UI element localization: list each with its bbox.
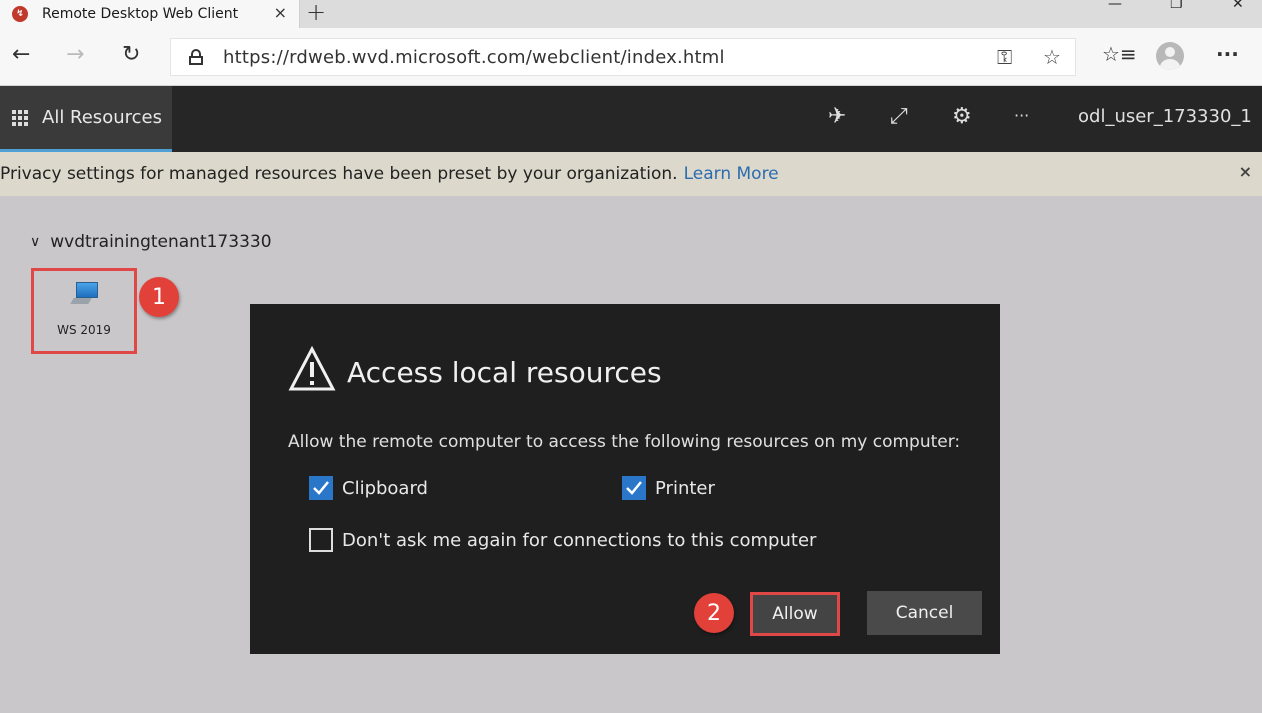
printer-checkbox[interactable] xyxy=(622,476,646,500)
clipboard-label: Clipboard xyxy=(342,477,428,499)
access-local-resources-dialog: Access local resources Allow the remote … xyxy=(250,304,1000,654)
clipboard-option[interactable]: Clipboard xyxy=(309,476,428,500)
clipboard-checkbox[interactable] xyxy=(309,476,333,500)
forward-icon[interactable]: → xyxy=(66,42,84,67)
printer-label: Printer xyxy=(655,477,715,499)
browser-tab-strip: ↯ Remote Desktop Web Client × + — ❐ ✕ xyxy=(0,0,1262,28)
minimize-button[interactable]: — xyxy=(1108,0,1122,12)
desktop-monitor-icon xyxy=(70,282,100,304)
tab-close-icon[interactable]: × xyxy=(274,3,287,22)
apps-grid-icon xyxy=(12,109,28,126)
favorites-list-icon[interactable]: ☆≡ xyxy=(1102,42,1137,66)
privacy-banner: Privacy settings for managed resources h… xyxy=(0,152,1262,196)
tenant-name: wvdtrainingtenant173330 xyxy=(50,232,272,252)
browser-menu-icon[interactable]: ··· xyxy=(1216,42,1239,66)
banner-close-icon[interactable]: × xyxy=(1239,162,1252,181)
restore-button[interactable]: ❐ xyxy=(1170,0,1183,12)
favorite-star-icon[interactable]: ☆ xyxy=(1043,45,1061,69)
key-icon[interactable]: ⚿ xyxy=(997,45,1012,69)
dont-ask-again-checkbox[interactable] xyxy=(309,528,333,552)
lock-icon xyxy=(189,49,203,65)
tenant-group-header[interactable]: ∨ wvdtrainingtenant173330 xyxy=(30,232,272,252)
close-window-button[interactable]: ✕ xyxy=(1232,0,1244,12)
checkmark-icon xyxy=(313,481,329,495)
printer-option[interactable]: Printer xyxy=(622,476,715,500)
banner-text: Privacy settings for managed resources h… xyxy=(0,164,678,184)
profile-avatar[interactable] xyxy=(1156,42,1184,70)
url-text[interactable]: https://rdweb.wvd.microsoft.com/webclien… xyxy=(223,47,725,68)
more-options-icon[interactable]: ··· xyxy=(1014,106,1029,125)
refresh-icon[interactable]: ↻ xyxy=(122,42,140,67)
resource-label: WS 2019 xyxy=(57,323,111,337)
tab-title: Remote Desktop Web Client xyxy=(42,6,239,22)
dialog-title: Access local resources xyxy=(347,356,662,389)
browser-toolbar: ← → ↻ https://rdweb.wvd.microsoft.com/we… xyxy=(0,28,1262,86)
app-header: All Resources ✈ ⤢ ⚙ ··· odl_user_173330_… xyxy=(0,86,1262,152)
browser-tab[interactable]: ↯ Remote Desktop Web Client × xyxy=(0,0,300,28)
all-resources-tab[interactable]: All Resources xyxy=(0,86,172,152)
rd-favicon-icon: ↯ xyxy=(12,6,28,22)
step-marker-2: 2 xyxy=(694,593,734,633)
username-label[interactable]: odl_user_173330_1 xyxy=(1078,106,1252,127)
step-marker-1: 1 xyxy=(139,277,179,317)
settings-gear-icon[interactable]: ⚙ xyxy=(952,104,972,129)
back-icon[interactable]: ← xyxy=(12,42,30,67)
pin-icon[interactable]: ✈ xyxy=(828,104,846,129)
all-resources-label: All Resources xyxy=(42,107,162,128)
cancel-button[interactable]: Cancel xyxy=(867,591,982,635)
resource-tile-ws2019[interactable]: WS 2019 xyxy=(31,268,137,354)
fullscreen-icon[interactable]: ⤢ xyxy=(890,104,908,129)
chevron-down-icon: ∨ xyxy=(30,234,41,250)
dont-ask-again-option[interactable]: Don't ask me again for connections to th… xyxy=(309,528,816,552)
dialog-message: Allow the remote computer to access the … xyxy=(288,432,961,452)
learn-more-link[interactable]: Learn More xyxy=(684,164,779,184)
allow-button[interactable]: Allow xyxy=(750,592,840,636)
checkmark-icon xyxy=(626,481,642,495)
address-bar[interactable]: https://rdweb.wvd.microsoft.com/webclien… xyxy=(170,38,1076,76)
warning-icon xyxy=(288,346,336,391)
new-tab-button[interactable]: + xyxy=(306,0,326,26)
dont-ask-again-label: Don't ask me again for connections to th… xyxy=(342,529,817,551)
